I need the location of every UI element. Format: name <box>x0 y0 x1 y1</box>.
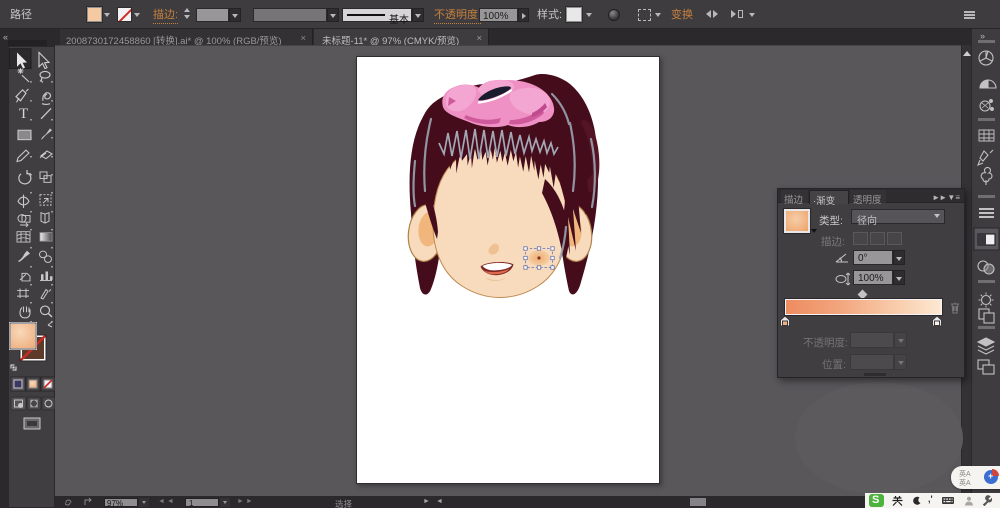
svg-text:T: T <box>19 106 28 122</box>
